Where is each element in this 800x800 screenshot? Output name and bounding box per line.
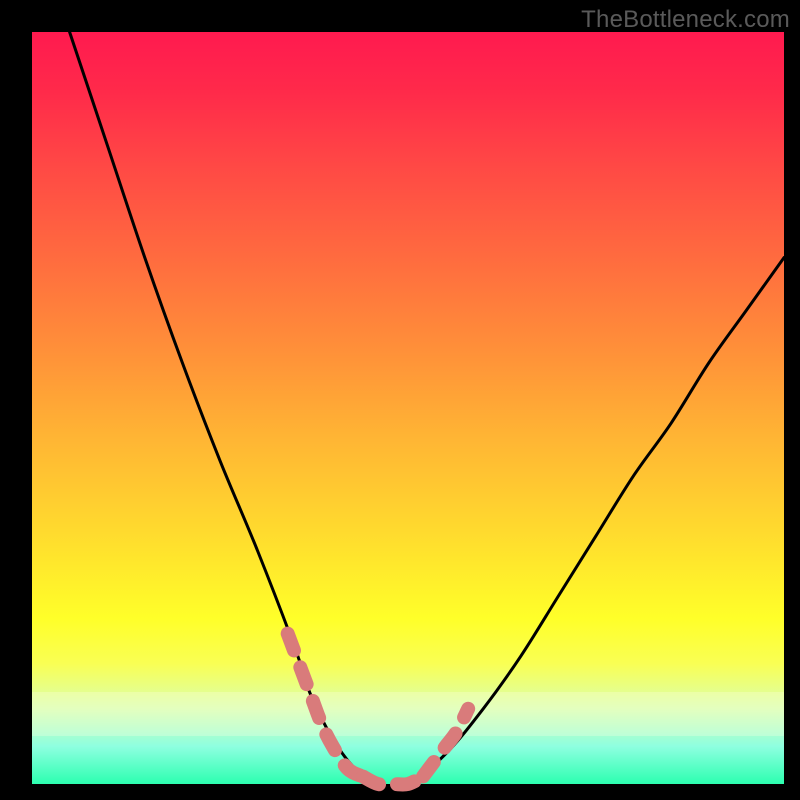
chart-frame [32, 32, 784, 784]
highlight-dashes [288, 634, 468, 785]
bottleneck-curve [70, 32, 784, 787]
bottom-right-dash [423, 709, 468, 777]
bottom-left-dash [288, 634, 363, 777]
watermark-text: TheBottleneck.com [581, 6, 790, 34]
chart-svg [32, 32, 784, 784]
bottom-flat-dash [363, 776, 423, 784]
